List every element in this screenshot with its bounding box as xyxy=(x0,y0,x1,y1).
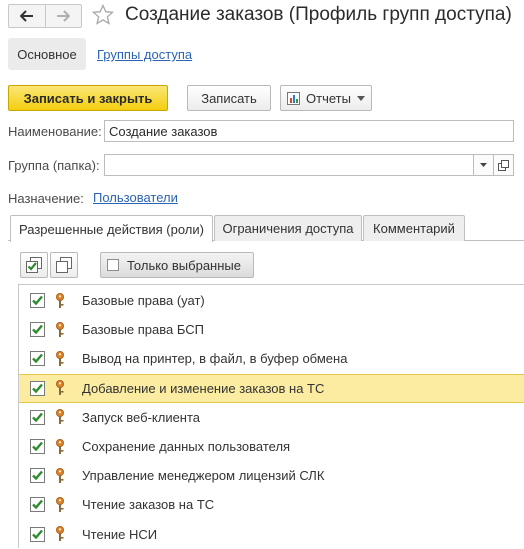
key-icon xyxy=(54,350,66,367)
section-access-groups-link[interactable]: Группы доступа xyxy=(97,47,192,62)
role-name: Сохранение данных пользователя xyxy=(82,439,291,454)
dropdown-arrow-icon xyxy=(480,163,487,167)
role-checkbox[interactable] xyxy=(30,293,45,308)
key-icon xyxy=(54,526,66,542)
section-main[interactable]: Основное xyxy=(8,38,86,70)
role-name: Чтение НСИ xyxy=(82,526,158,542)
role-checkbox[interactable] xyxy=(30,468,45,484)
tab-comment[interactable]: Комментарий xyxy=(363,215,465,241)
arrow-left-icon xyxy=(19,10,33,22)
table-row[interactable]: Запуск веб-клиента xyxy=(19,403,524,432)
role-checkbox[interactable] xyxy=(30,497,45,513)
reports-label: Отчеты xyxy=(306,90,351,106)
save-button[interactable]: Записать xyxy=(187,85,271,111)
purpose-link[interactable]: Пользователи xyxy=(93,190,178,205)
table-row[interactable]: Базовые права БСП xyxy=(19,315,524,344)
only-selected-label: Только выбранные xyxy=(127,257,241,273)
role-name: Запуск веб-клиента xyxy=(82,409,201,425)
back-button[interactable] xyxy=(9,5,45,27)
arrow-right-icon xyxy=(57,10,71,22)
group-dropdown-button[interactable] xyxy=(473,155,493,175)
group-input[interactable] xyxy=(105,155,473,175)
role-checkbox[interactable] xyxy=(30,322,45,338)
key-icon xyxy=(54,467,66,484)
navigation-buttons xyxy=(8,4,82,28)
window-title: Создание заказов (Профиль групп доступа) xyxy=(125,4,512,25)
role-name: Базовые права (уат) xyxy=(82,293,205,308)
role-name: Чтение заказов на ТС xyxy=(82,497,215,513)
save-and-close-button[interactable]: Записать и закрыть xyxy=(8,85,168,111)
check-all-button[interactable] xyxy=(20,252,48,278)
role-checkbox[interactable] xyxy=(30,526,45,542)
key-icon xyxy=(54,292,66,309)
table-row[interactable]: Базовые права (уат) xyxy=(19,286,524,315)
role-checkbox[interactable] xyxy=(30,351,45,367)
group-field[interactable] xyxy=(104,154,514,176)
table-row[interactable]: Сохранение данных пользователя xyxy=(19,432,524,461)
forward-button[interactable] xyxy=(44,5,82,27)
table-row[interactable]: Чтение заказов на ТС xyxy=(19,490,524,519)
role-name: Управление менеджером лицензий СЛК xyxy=(82,468,325,484)
star-icon[interactable] xyxy=(91,3,115,27)
tab-allowed-actions[interactable]: Разрешенные действия (роли) xyxy=(10,215,213,242)
uncheck-all-button[interactable] xyxy=(50,252,78,278)
table-row[interactable]: Управление менеджером лицензий СЛК xyxy=(19,461,524,490)
role-checkbox[interactable] xyxy=(30,439,45,454)
table-row[interactable]: Вывод на принтер, в файл, в буфер обмена xyxy=(19,344,524,373)
key-icon xyxy=(54,409,66,425)
table-row[interactable]: Чтение НСИ xyxy=(19,520,524,549)
name-field[interactable]: Создание заказов xyxy=(104,120,514,142)
key-icon xyxy=(54,438,66,455)
role-name: Базовые права БСП xyxy=(82,322,204,338)
report-icon xyxy=(287,91,301,105)
role-name: Добавление и изменение заказов на ТС xyxy=(82,380,325,396)
tab-access-restrictions[interactable]: Ограничения доступа xyxy=(214,215,362,241)
chevron-down-icon xyxy=(356,95,365,101)
name-label: Наименование: xyxy=(8,124,102,139)
key-icon xyxy=(54,321,66,338)
role-checkbox[interactable] xyxy=(30,409,45,425)
open-window-icon xyxy=(498,159,509,171)
group-label: Группа (папка): xyxy=(8,158,100,173)
check-all-icon xyxy=(26,257,42,273)
key-icon xyxy=(54,380,66,396)
role-name: Вывод на принтер, в файл, в буфер обмена xyxy=(82,351,348,367)
table-row[interactable]: Добавление и изменение заказов на ТС xyxy=(19,373,524,403)
only-selected-toggle[interactable]: Только выбранные xyxy=(100,252,254,278)
role-checkbox[interactable] xyxy=(30,380,45,396)
uncheck-all-icon xyxy=(56,257,72,273)
only-selected-checkbox[interactable] xyxy=(107,259,119,271)
key-icon xyxy=(54,496,66,513)
group-open-button[interactable] xyxy=(493,155,513,175)
purpose-label: Назначение: xyxy=(8,191,84,206)
reports-button[interactable]: Отчеты xyxy=(280,85,372,111)
